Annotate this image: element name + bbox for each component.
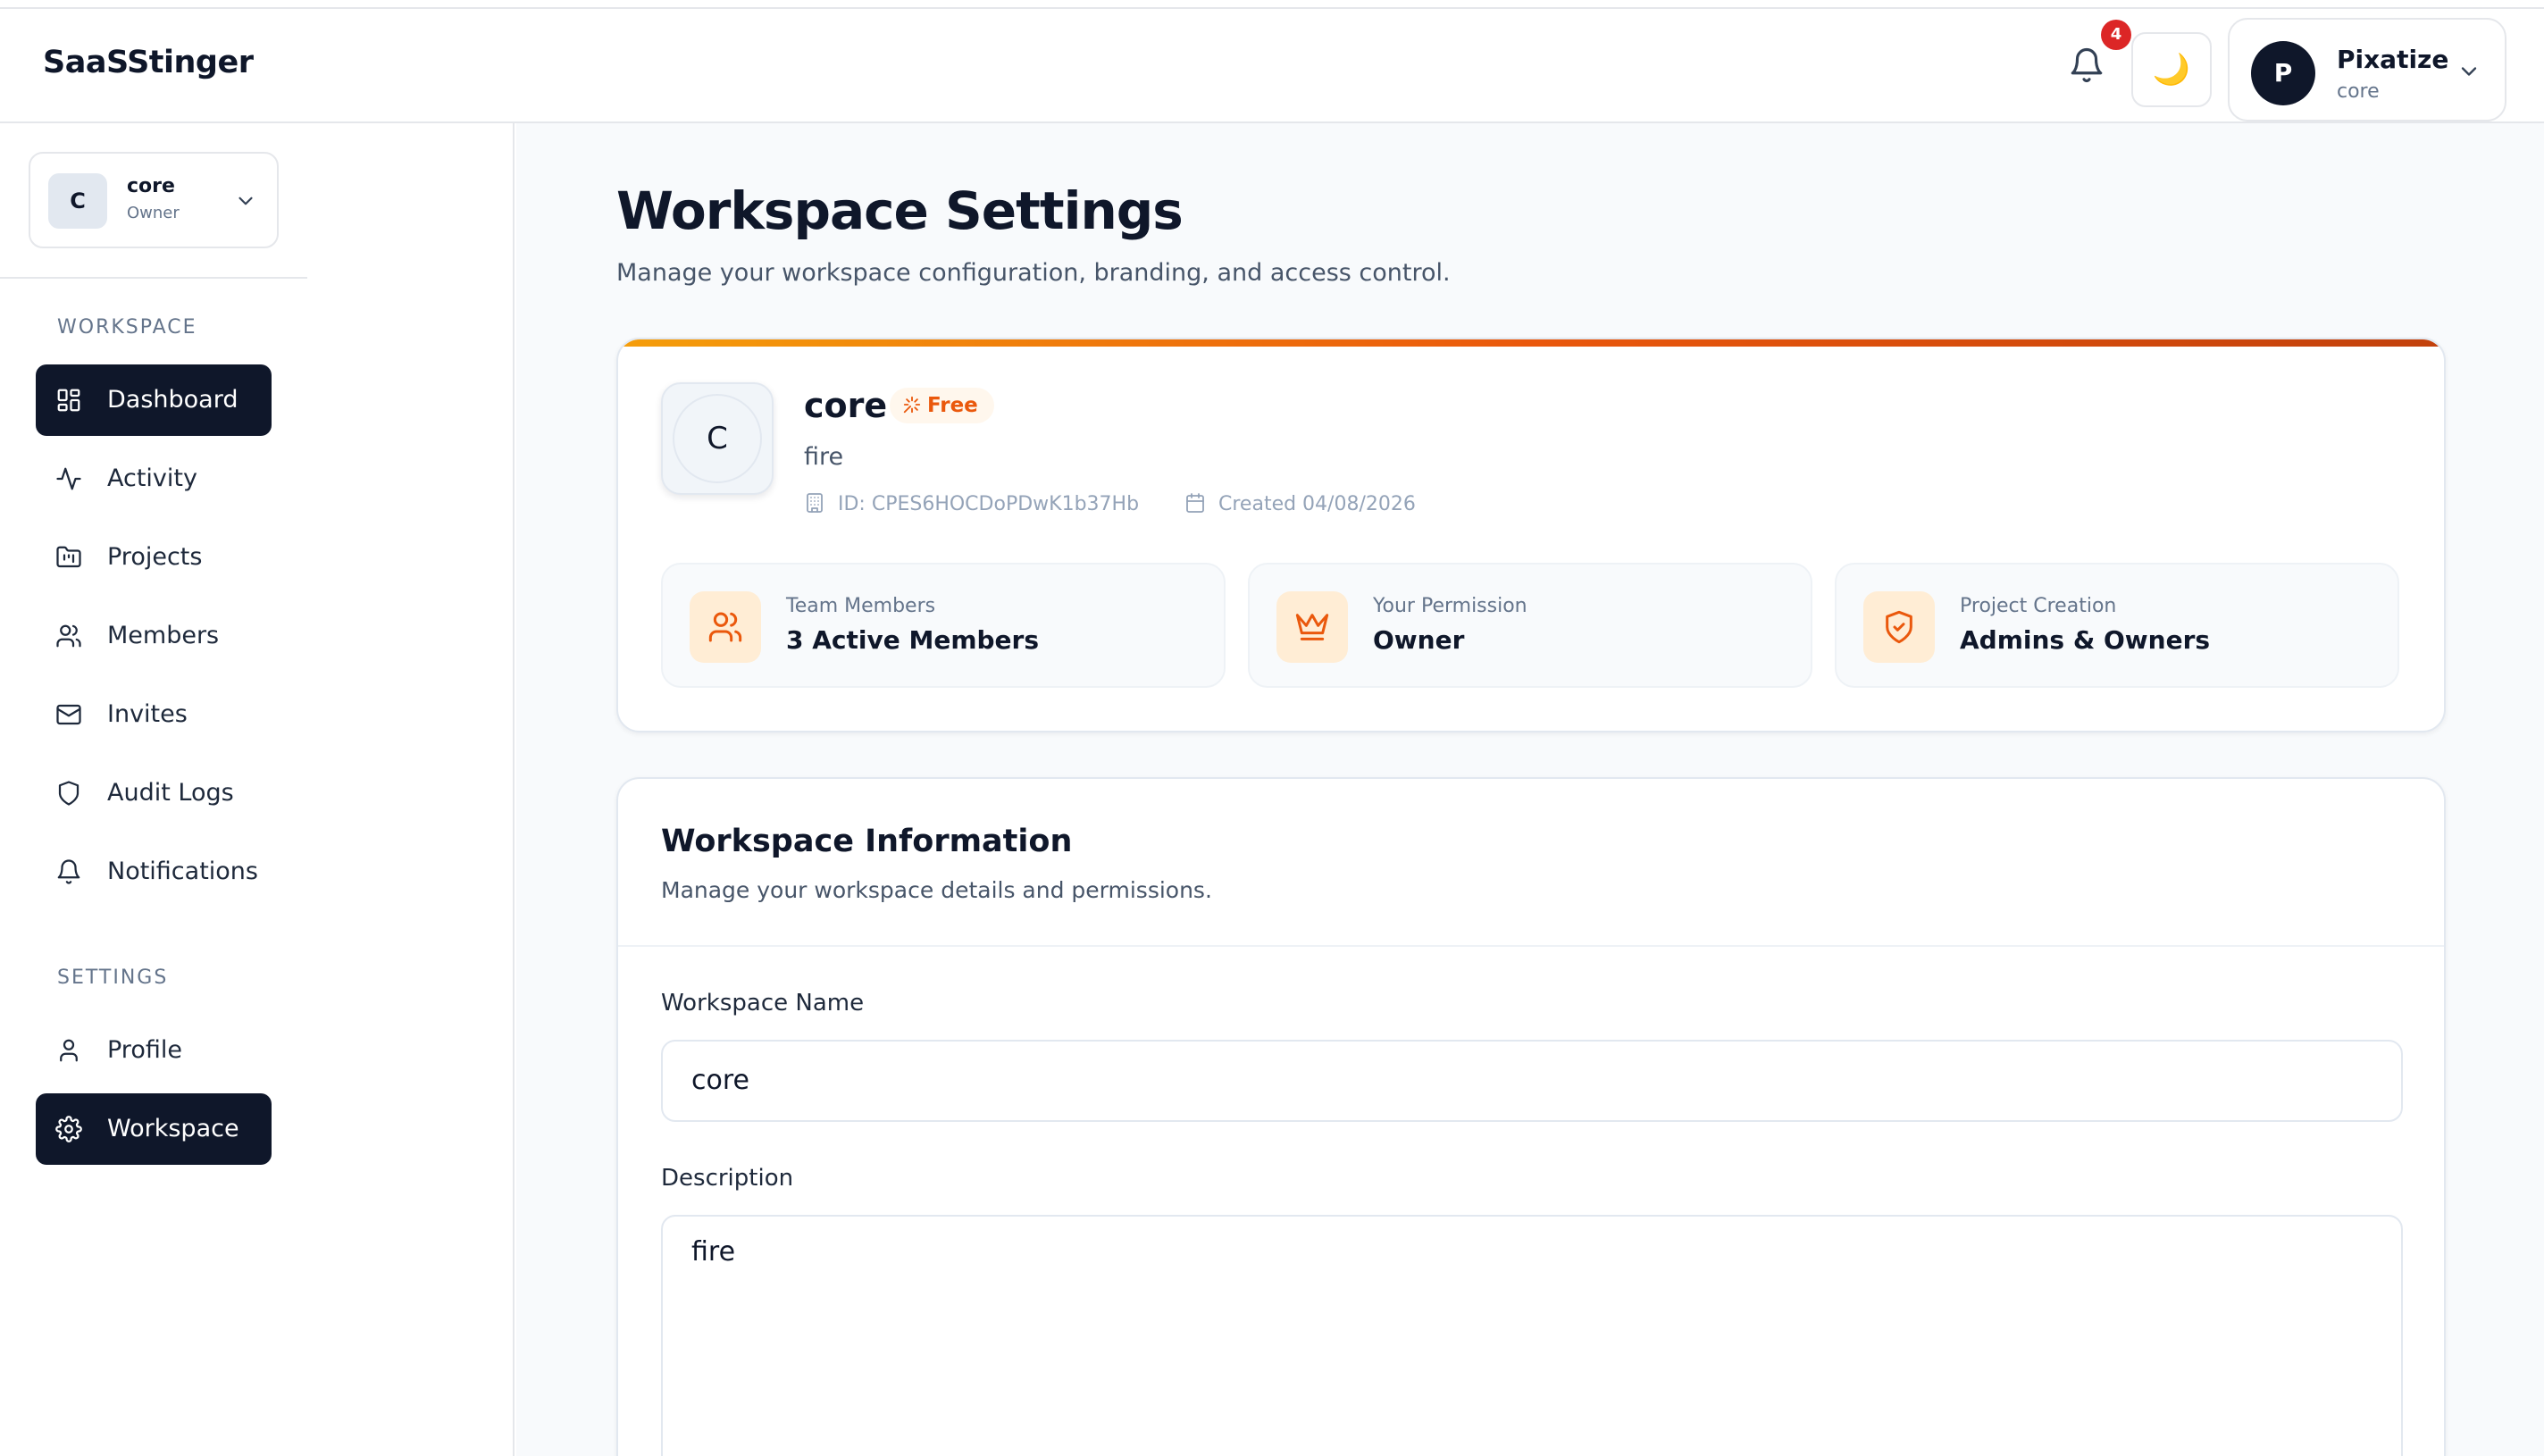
section-label-workspace: WORKSPACE [57,316,197,339]
stat-icon-box [1276,591,1348,663]
sidebar-item-invites[interactable]: Invites [36,679,272,750]
card-accent-bar [618,339,2444,347]
sidebar-item-workspace[interactable]: Workspace [36,1093,272,1165]
top-header: SaaSStinger 4 🌙 P Pixatize core [0,9,2544,123]
activity-icon [56,467,81,490]
users-icon [708,612,742,642]
notifications-count-badge: 4 [2101,20,2131,50]
sidebar-item-label: Invites [107,700,188,728]
plan-label: Free [927,394,978,417]
workspace-created: Created 04/08/2026 [1184,493,1416,515]
sidebar-item-label: Notifications [107,858,258,885]
workspace-overview-card: C core Free fire ID: CPES6HOCDoPDwK1b37H… [616,338,2446,732]
dashboard-icon [57,389,80,412]
workspace-switcher[interactable]: C core Owner [29,152,279,248]
theme-toggle-button[interactable]: 🌙 [2131,32,2212,107]
workspace-created-text: Created 04/08/2026 [1218,493,1416,515]
section-divider [618,945,2444,947]
workspace-logo-initial: C [673,394,762,483]
user-name: Pixatize [2337,45,2449,74]
sidebar-item-label: Workspace [107,1115,239,1142]
sidebar-item-profile[interactable]: Profile [36,1015,272,1086]
sidebar-item-activity[interactable]: Activity [36,443,272,515]
sidebar-item-projects[interactable]: Projects [36,522,272,593]
sidebar-item-audit-logs[interactable]: Audit Logs [36,757,272,829]
sparkles-icon [903,396,921,413]
users-icon [56,624,81,648]
calendar-icon [1186,493,1204,513]
stat-team-members: Team Members 3 Active Members [661,563,1226,688]
sidebar-item-label: Dashboard [107,386,238,414]
resize-handle-icon[interactable] [2381,1452,2398,1456]
notifications-button[interactable] [2068,46,2105,84]
window-top-edge [0,0,2544,9]
workspace-information-card: Workspace Information Manage your worksp… [616,777,2446,1456]
sidebar-item-label: Activity [107,464,197,492]
shield-check-icon [1886,610,1912,644]
stat-label: Project Creation [1960,595,2117,617]
sidebar: C core Owner WORKSPACE Dashboard Activit… [0,123,515,1456]
stat-project-creation: Project Creation Admins & Owners [1835,563,2399,688]
description-text: fire [691,1236,736,1268]
workspace-avatar: C [48,173,107,229]
bell-icon [2071,48,2103,83]
workspace-switcher-role: Owner [127,204,180,222]
workspace-id-text: ID: CPES6HOCDoPDwK1b37Hb [838,493,1140,515]
folder-icon [56,546,81,568]
stat-label: Team Members [786,595,936,617]
workspace-id: ID: CPES6HOCDoPDwK1b37Hb [804,493,1139,515]
description-textarea[interactable]: fire [661,1215,2403,1456]
stat-value: Owner [1373,625,1465,655]
sidebar-item-notifications[interactable]: Notifications [36,836,272,908]
moon-icon: 🌙 [2152,52,2191,88]
sidebar-item-members[interactable]: Members [36,600,272,672]
sidebar-item-label: Profile [107,1036,182,1064]
workspace-name-label: Workspace Name [661,990,865,1017]
section-subtitle: Manage your workspace details and permis… [661,877,1212,903]
stat-value: Admins & Owners [1960,625,2211,655]
main-content: Workspace Settings Manage your workspace… [516,123,2544,1456]
stat-icon-box [1863,591,1935,663]
chevron-down-icon [2456,59,2481,84]
section-title: Workspace Information [661,824,1073,859]
building-icon [807,493,823,513]
sidebar-item-label: Projects [107,543,203,571]
user-avatar: P [2251,41,2315,105]
sidebar-item-label: Audit Logs [107,779,234,807]
user-menu-button[interactable]: P Pixatize core [2228,18,2506,121]
workspace-description: fire [804,443,844,471]
workspace-name-input[interactable]: core [661,1040,2403,1122]
workspace-switcher-name: core [127,175,175,197]
stat-value: 3 Active Members [786,625,1040,655]
sidebar-item-label: Members [107,622,220,649]
stat-label: Your Permission [1373,595,1527,617]
page-subtitle: Manage your workspace configuration, bra… [616,259,1451,287]
user-icon [60,1039,78,1062]
user-workspace: core [2337,80,2380,103]
plan-badge: Free [890,388,994,423]
stat-icon-box [690,591,761,663]
shield-icon [58,781,80,806]
sidebar-divider [0,277,307,279]
page-title: Workspace Settings [616,180,1184,241]
sidebar-item-dashboard[interactable]: Dashboard [36,364,272,436]
description-label: Description [661,1165,794,1192]
workspace-name: core [804,386,888,425]
bell-icon [57,859,80,884]
section-label-settings: SETTINGS [57,966,169,989]
chevron-down-icon [234,189,257,213]
brand-logo[interactable]: SaaSStinger [43,45,254,80]
crown-icon [1295,614,1329,640]
mail-icon [56,704,81,725]
workspace-logo[interactable]: C [661,382,774,495]
gear-icon [55,1116,82,1142]
stat-your-permission: Your Permission Owner [1248,563,1812,688]
